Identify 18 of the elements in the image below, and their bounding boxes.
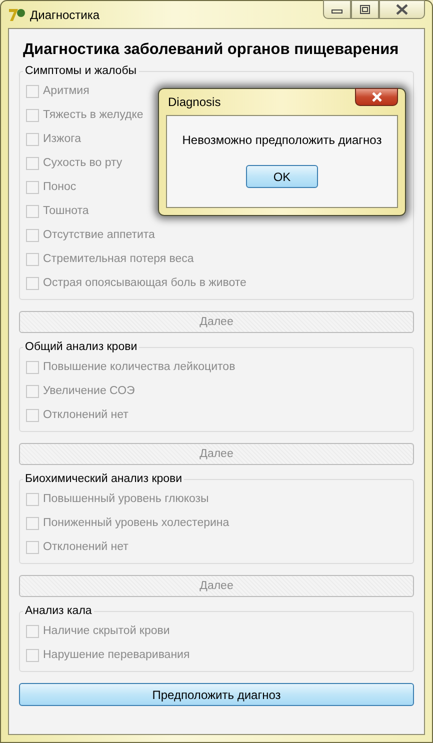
group-title: Общий анализ крови [24,341,138,353]
close-button[interactable] [355,88,398,106]
minimize-button[interactable] [323,0,351,19]
close-icon [370,92,382,102]
app-icon [8,6,26,22]
dialog-message: Невозможно предположить диагноз [182,133,382,147]
ok-button[interactable]: OK [246,165,318,188]
group-title: Биохимический анализ крови [24,473,184,485]
group-title: Анализ кала [24,605,93,617]
close-button[interactable] [379,0,425,19]
maximize-button[interactable] [351,0,379,19]
close-icon [395,4,409,15]
dialog-title: Diagnosis [168,95,221,109]
form-heading: Диагностика заболеваний органов пищеварения [23,41,399,59]
group-title: Симптомы и жалобы [24,65,138,77]
window-title: Диагностика [30,8,100,22]
submit-button[interactable]: Предположить диагноз [19,683,414,706]
restore-icon [359,4,371,14]
